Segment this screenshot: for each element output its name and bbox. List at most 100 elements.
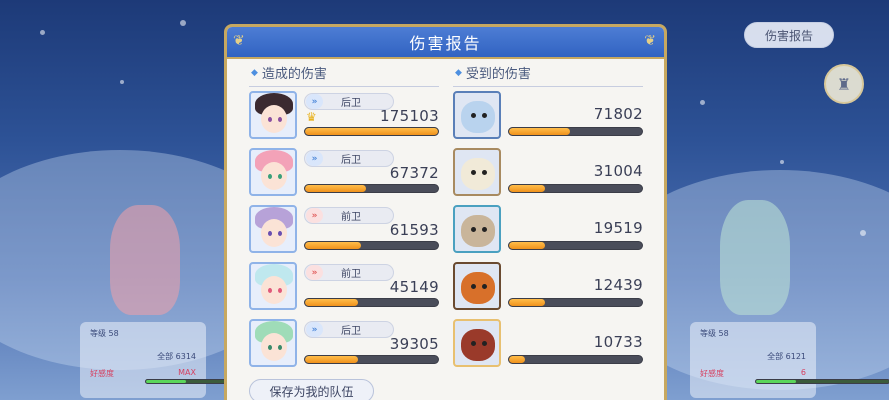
portrait-eye — [268, 231, 272, 236]
enemy-character-sprite — [720, 200, 790, 315]
damage-bar — [508, 241, 643, 250]
crown-icon: ♛ — [306, 110, 317, 124]
total-label: 全部 6314 — [157, 352, 196, 361]
damage-bar — [304, 127, 439, 136]
enemy-body — [461, 215, 495, 247]
role-badge: » 后卫 — [304, 150, 394, 167]
enemy-eye — [482, 341, 487, 346]
affinity-value: MAX — [178, 368, 196, 377]
ally-character-sprite — [110, 205, 180, 315]
column-title: ◆ 受到的伤害 — [453, 63, 643, 82]
enemy-eye — [482, 170, 487, 175]
enemy-portrait[interactable] — [453, 148, 501, 196]
level-label: 等级 58 — [700, 329, 729, 338]
enemy-eye — [482, 113, 487, 118]
damage-dealt-column: ◆ 造成的伤害 — [249, 63, 439, 87]
damage-bar-fill — [305, 128, 438, 135]
portrait-face — [261, 219, 287, 247]
dialog-title: 伤害报告 — [409, 34, 482, 53]
affinity-label: 好感度 — [700, 369, 724, 378]
damage-bar — [304, 355, 439, 364]
damage-bar — [508, 298, 643, 307]
divider — [249, 86, 439, 87]
received-row: 31004 — [453, 148, 643, 198]
role-badge: » 后卫 — [304, 321, 394, 338]
enemy-eye — [471, 113, 476, 118]
damage-bar-fill — [509, 185, 545, 192]
dealt-row: » 后卫 39305 — [249, 319, 439, 369]
portrait-face — [261, 105, 287, 133]
damage-value: 61593 — [389, 221, 439, 239]
damage-bar — [508, 127, 643, 136]
damage-bar-fill — [305, 185, 367, 192]
portrait-face — [261, 276, 287, 304]
enemy-portrait[interactable] — [453, 91, 501, 139]
ornament-icon: ❦ — [233, 33, 247, 49]
received-row: 19519 — [453, 205, 643, 255]
damage-bar — [304, 241, 439, 250]
enemy-eye — [482, 227, 487, 232]
enemy-portrait[interactable] — [453, 205, 501, 253]
character-portrait[interactable] — [249, 91, 297, 139]
level-label: 等级 58 — [90, 329, 119, 338]
damage-bar — [508, 355, 643, 364]
enemy-portrait[interactable] — [453, 262, 501, 310]
enemy-body — [461, 329, 495, 361]
total-label: 全部 6121 — [767, 352, 806, 361]
damage-bar-fill — [509, 356, 525, 363]
damage-bar-fill — [305, 356, 359, 363]
snowflake — [780, 160, 784, 164]
damage-value: 175103 — [379, 107, 439, 125]
portrait-eye — [278, 288, 282, 293]
damage-value: 10733 — [593, 333, 643, 351]
hp-bar — [755, 379, 889, 384]
enemy-eye — [471, 170, 476, 175]
portrait-face — [261, 162, 287, 190]
damage-bar — [304, 184, 439, 193]
character-portrait[interactable] — [249, 262, 297, 310]
portrait-face — [261, 333, 287, 361]
portrait-eye — [268, 288, 272, 293]
role-label: 后卫 — [341, 326, 361, 337]
portrait-eye — [278, 345, 282, 350]
snowflake — [40, 30, 45, 35]
role-chevron-icon: » — [306, 322, 323, 337]
character-portrait[interactable] — [249, 319, 297, 367]
damage-value: 45149 — [389, 278, 439, 296]
dealt-row: » 后卫 67372 — [249, 148, 439, 198]
castle-icon[interactable]: ♜ — [824, 64, 864, 104]
column-title-text: 受到的伤害 — [465, 67, 531, 82]
received-row: 10733 — [453, 319, 643, 369]
dealt-row: » 前卫 61593 — [249, 205, 439, 255]
role-label: 前卫 — [341, 212, 361, 223]
received-row: 12439 — [453, 262, 643, 312]
column-title: ◆ 造成的伤害 — [249, 63, 439, 82]
role-chevron-icon: » — [306, 265, 323, 280]
snowflake — [700, 100, 705, 105]
damage-bar-fill — [305, 242, 361, 249]
damage-bar — [508, 184, 643, 193]
character-portrait[interactable] — [249, 148, 297, 196]
enemy-status-card: 等级 58 全部 6121 好感度 6 — [690, 322, 889, 398]
enemy-eye — [482, 284, 487, 289]
role-badge: » 前卫 — [304, 207, 394, 224]
damage-bar-fill — [509, 128, 571, 135]
ornament-icon: ❦ — [644, 33, 658, 49]
enemy-body — [461, 158, 495, 190]
enemy-eye — [471, 284, 476, 289]
diamond-icon: ◆ — [251, 67, 258, 78]
damage-report-button[interactable]: 伤害报告 — [744, 22, 834, 48]
ally-status-card: 等级 58 全部 6314 好感度 MAX — [80, 322, 280, 398]
damage-received-column: ◆ 受到的伤害 — [453, 63, 643, 87]
save-as-team-button[interactable]: 保存为我的队伍 — [249, 379, 374, 400]
character-portrait[interactable] — [249, 205, 297, 253]
damage-value: 31004 — [593, 162, 643, 180]
role-chevron-icon: » — [306, 151, 323, 166]
damage-bar-fill — [305, 299, 359, 306]
damage-bar-fill — [509, 299, 545, 306]
snowflake — [180, 20, 186, 26]
damage-report-dialog: ❦ 伤害报告 ❦ ◆ 造成的伤害 ◆ 受到的伤害 » 后卫 ♛ 175103 » 后卫 67… — [224, 24, 667, 400]
portrait-eye — [278, 117, 282, 122]
enemy-portrait[interactable] — [453, 319, 501, 367]
dealt-row: » 后卫 ♛ 175103 — [249, 91, 439, 141]
